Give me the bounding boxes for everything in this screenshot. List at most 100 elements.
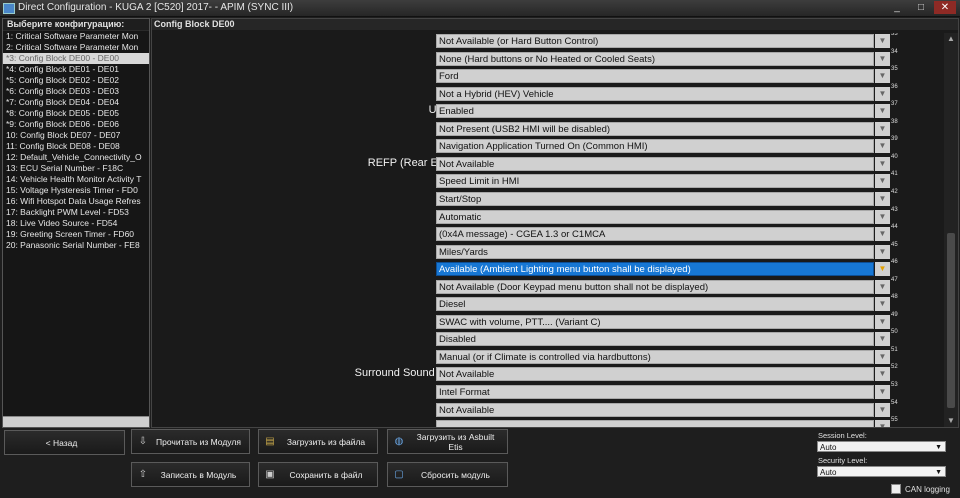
dropdown-arrow-icon[interactable]: ▼ [875, 349, 890, 364]
config-list-panel: Выберите конфигурацию: 1: Critical Softw… [2, 18, 150, 428]
reset-module-button[interactable]: ▢ Сбросить модуль [387, 462, 508, 487]
config-list-item[interactable]: 13: ECU Serial Number - F18C [3, 163, 149, 174]
config-value-select[interactable]: Not Available [436, 156, 874, 171]
dropdown-arrow-icon[interactable]: ▼ [875, 174, 890, 189]
config-value-select[interactable]: (0x4A message) - CGEA 1.3 or C1MCA [436, 227, 874, 242]
config-list-item[interactable]: 18: Live Video Source - FD54 [3, 218, 149, 229]
dropdown-arrow-icon[interactable]: ▼ [875, 385, 890, 399]
config-row: Mode Man Icon (Climate):Disabled▼50 [152, 329, 942, 349]
config-list-item[interactable]: 17: Backlight PWM Level - FD53 [3, 207, 149, 218]
session-level-value: Auto [820, 443, 837, 452]
dropdown-arrow-icon[interactable]: ▼ [875, 314, 890, 329]
dropdown-arrow-icon[interactable]: ▼ [875, 86, 890, 101]
session-level-select[interactable]: Auto ▼ [817, 441, 946, 452]
scroll-up-icon[interactable]: ▲ [944, 33, 958, 45]
config-value-select[interactable]: Automatic [436, 209, 874, 224]
load-file-button[interactable]: ▤ Загрузить из файла [258, 429, 378, 454]
config-value-select[interactable]: Available (Ambient Lighting menu button … [436, 262, 874, 277]
dropdown-arrow-icon[interactable]: ▼ [875, 156, 890, 171]
config-value-select[interactable]: Not Available [436, 367, 874, 382]
config-list-item[interactable]: *5: Config Block DE02 - DE02 [3, 75, 149, 86]
scroll-down-icon[interactable]: ▼ [944, 415, 958, 427]
save-file-button[interactable]: ▣ Сохранить в файл [258, 462, 378, 487]
close-button[interactable]: ✕ [934, 1, 956, 14]
config-value-select[interactable]: Speed Limit in HMI [436, 174, 874, 189]
dropdown-arrow-icon[interactable]: ▼ [875, 367, 890, 382]
config-value-select[interactable]: None (Hard buttons or No Heated or Coole… [436, 51, 874, 66]
config-list-item[interactable]: 11: Config Block DE08 - DE08 [3, 141, 149, 152]
config-value-select[interactable]: Diesel [436, 297, 874, 312]
config-list-item[interactable]: *4: Config Block DE01 - DE01 [3, 64, 149, 75]
config-value-select[interactable]: Start/Stop [436, 191, 874, 206]
config-list-scrollbar[interactable] [3, 416, 149, 427]
dropdown-arrow-icon[interactable]: ▼ [875, 279, 890, 294]
config-list-item[interactable]: *8: Config Block DE05 - DE05 [3, 108, 149, 119]
dropdown-arrow-icon[interactable]: ▼ [875, 244, 890, 259]
dropdown-arrow-icon[interactable]: ▼ [875, 209, 890, 224]
config-list-item[interactable]: 2: Critical Software Parameter Mon [3, 42, 149, 53]
config-value-select[interactable]: Not Available (or Hard Button Control) [436, 34, 874, 48]
dropdown-arrow-icon[interactable]: ▼ [875, 139, 890, 154]
minimize-button[interactable]: _ [886, 1, 908, 14]
read-module-button[interactable]: ⇩ Прочитать из Модуля [131, 429, 250, 454]
config-list-item[interactable]: *9: Config Block DE06 - DE06 [3, 119, 149, 130]
security-level-label: Security Level: [818, 456, 868, 465]
config-value-select[interactable]: Not Available (Door Keypad menu button s… [436, 279, 874, 294]
maximize-button[interactable]: □ [910, 1, 932, 14]
config-value-select[interactable]: Ford [436, 69, 874, 84]
row-index-number: 36 [891, 83, 898, 90]
config-rows: Heated Steering Wheel:Not Available (or … [152, 33, 942, 427]
config-list-item[interactable]: 15: Voltage Hysteresis Timer - FD0 [3, 185, 149, 196]
row-index-number: 45 [891, 241, 898, 248]
row-index-number: 53 [891, 382, 898, 388]
write-module-button[interactable]: ⇧ Записать в Модуль [131, 462, 250, 487]
dropdown-arrow-icon[interactable]: ▼ [875, 227, 890, 242]
back-button[interactable]: < Назад [4, 430, 125, 455]
dropdown-arrow-icon[interactable]: ▼ [875, 69, 890, 84]
dropdown-arrow-icon[interactable]: ▼ [875, 420, 890, 427]
config-list-item[interactable]: 16: Wifi Hotspot Data Usage Refres [3, 196, 149, 207]
dropdown-arrow-icon[interactable]: ▼ [875, 297, 890, 312]
config-list-item[interactable]: 10: Config Block DE07 - DE07 [3, 130, 149, 141]
dropdown-arrow-icon[interactable]: ▼ [875, 121, 890, 136]
config-list-item[interactable]: 20: Panasonic Serial Number - FE8 [3, 240, 149, 251]
config-list-item[interactable]: 12: Default_Vehicle_Connectivity_O [3, 152, 149, 163]
config-list-item[interactable]: 19: Greeting Screen Timer - FD60 [3, 229, 149, 240]
config-value-select[interactable] [436, 420, 874, 427]
dropdown-arrow-icon[interactable]: ▼ [875, 104, 890, 119]
dropdown-arrow-icon[interactable]: ▼ [875, 191, 890, 206]
config-value-select[interactable]: Manual (or if Climate is controlled via … [436, 349, 874, 364]
load-asbuilt-button[interactable]: ◍ Загрузить из Asbuilt Etis [387, 429, 508, 454]
config-value-select[interactable]: Enabled [436, 104, 874, 119]
config-list-item[interactable]: *7: Config Block DE04 - DE04 [3, 97, 149, 108]
dropdown-arrow-icon[interactable]: ▼ [875, 332, 890, 347]
config-block-title: Config Block DE00 [152, 19, 958, 30]
config-row: Hybrid (HEV):Not a Hybrid (HEV) Vehicle▼… [152, 83, 942, 104]
can-logging-option[interactable]: CAN logging [891, 484, 950, 494]
config-value-select[interactable]: Not a Hybrid (HEV) Vehicle [436, 86, 874, 101]
scrollbar-thumb[interactable] [947, 233, 955, 408]
config-list-item[interactable]: 14: Vehicle Health Monitor Activity T [3, 174, 149, 185]
vertical-scrollbar[interactable]: ▲ ▼ [944, 33, 958, 427]
config-value-select[interactable]: Intel Format [436, 385, 874, 399]
config-list[interactable]: 1: Critical Software Parameter Mon 2: Cri… [3, 31, 149, 419]
config-value-select[interactable]: SWAC with volume, PTT.... (Variant C) [436, 314, 874, 329]
config-list-item[interactable]: 1: Critical Software Parameter Mon [3, 31, 149, 42]
can-logging-checkbox[interactable] [891, 484, 901, 494]
config-list-item[interactable]: *3: Config Block DE00 - DE00 [3, 53, 149, 64]
config-list-item[interactable]: *6: Config Block DE03 - DE03 [3, 86, 149, 97]
row-index-number: 54 [891, 399, 898, 406]
dropdown-arrow-icon[interactable]: ▼ [875, 34, 890, 48]
dropdown-arrow-icon[interactable]: ▼ [875, 262, 890, 277]
dropdown-arrow-icon[interactable]: ▼ [875, 402, 890, 417]
dropdown-arrow-icon[interactable]: ▼ [875, 51, 890, 66]
reset-module-label: Сбросить модуль [421, 469, 490, 480]
config-row: ECALL Message Strategy:(0x4A message) - … [152, 224, 942, 244]
config-value-select[interactable]: Disabled [436, 332, 874, 347]
config-value-select[interactable]: Not Available [436, 402, 874, 417]
config-value-select[interactable]: Miles/Yards [436, 244, 874, 259]
security-level-select[interactable]: Auto ▼ [817, 466, 946, 477]
config-value-select[interactable]: Navigation Application Turned On (Common… [436, 139, 874, 154]
config-value-select[interactable]: Not Present (USB2 HMI will be disabled) [436, 121, 874, 136]
row-index-number: 51 [891, 346, 898, 353]
